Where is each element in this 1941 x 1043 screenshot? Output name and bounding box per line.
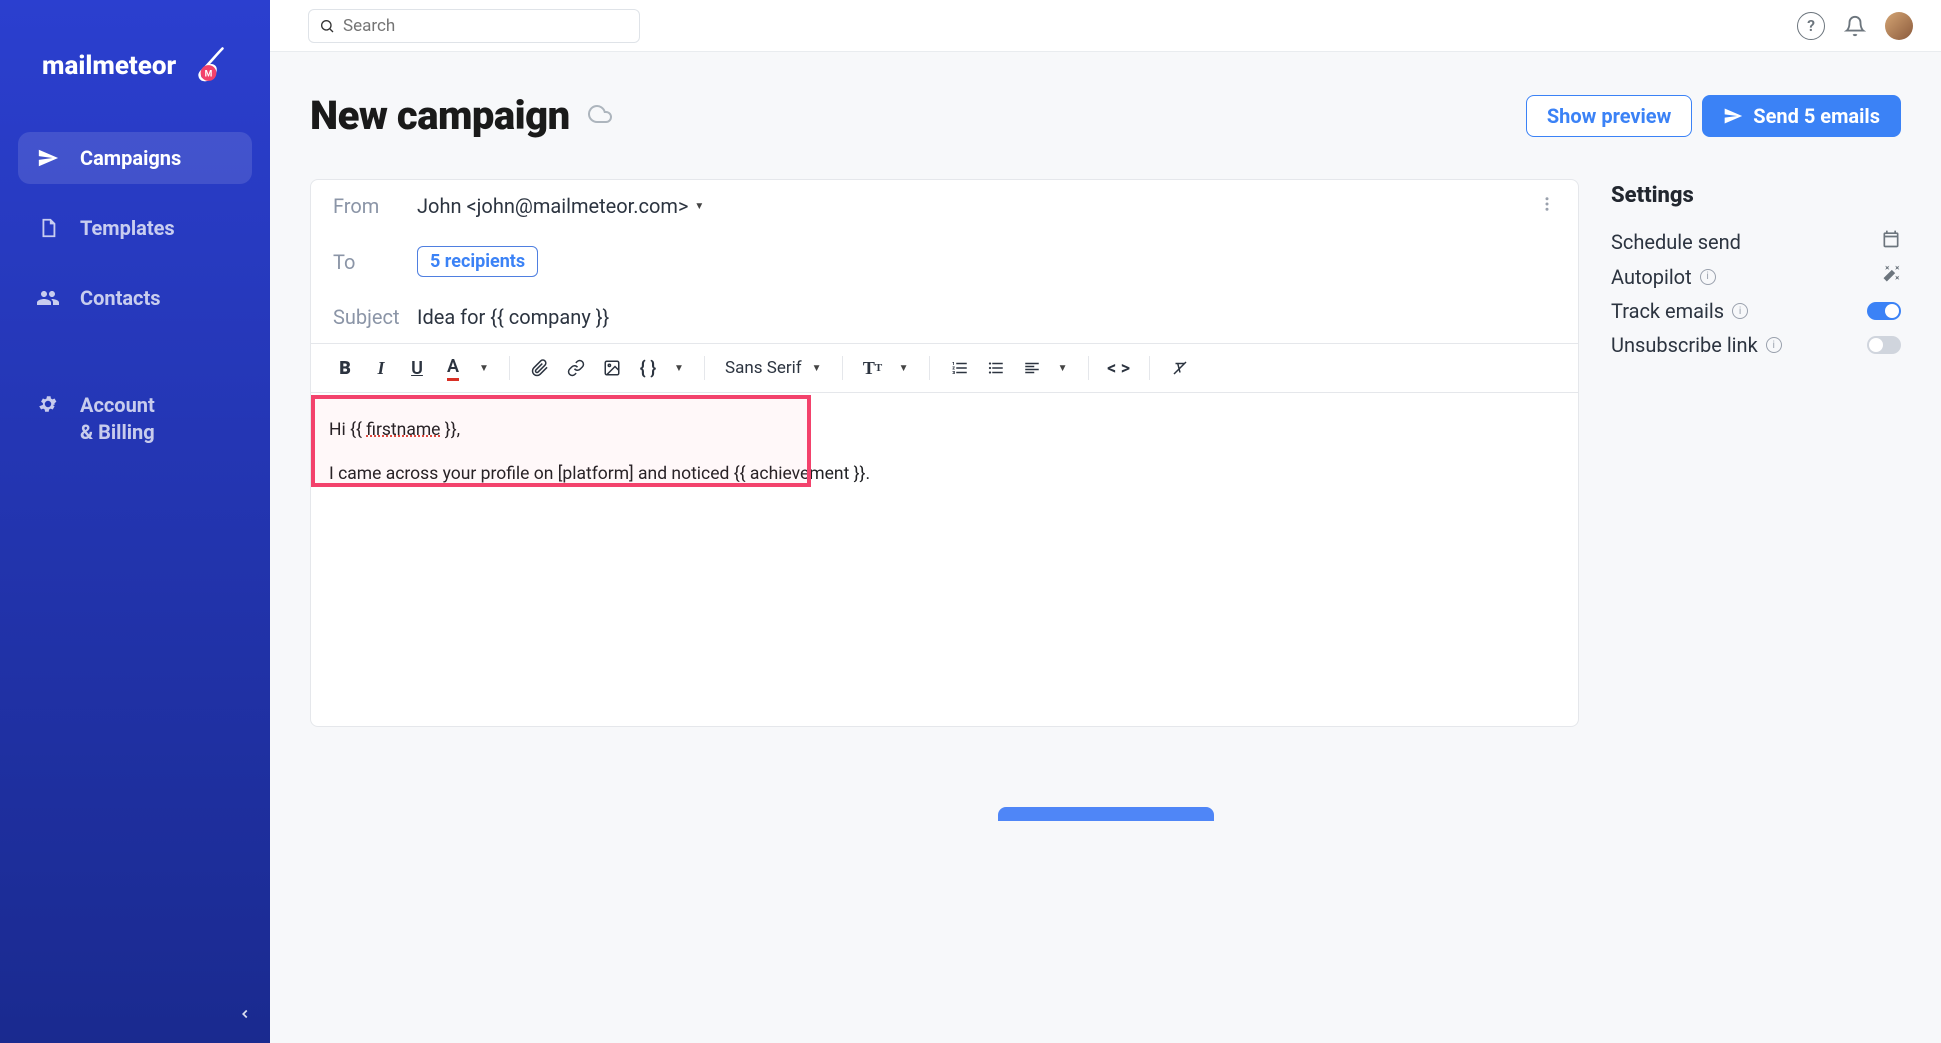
chevron-down-icon: ▼ <box>812 363 822 374</box>
help-button[interactable]: ? <box>1797 12 1825 40</box>
from-dropdown[interactable]: John <john@mailmeteor.com> ▼ <box>417 194 704 218</box>
content: New campaign Show preview Send 5 emails <box>270 52 1941 1043</box>
chevron-down-icon[interactable]: ▼ <box>668 352 690 384</box>
chevron-down-icon[interactable]: ▼ <box>893 352 915 384</box>
collapse-sidebar-button[interactable] <box>238 1006 252 1025</box>
subject-input[interactable] <box>417 305 1556 329</box>
info-icon: i <box>1700 269 1716 285</box>
editor-toolbar: B I U A ▼ <box>311 343 1578 393</box>
topbar: ? <box>270 0 1941 52</box>
main-area: ? New campaign Show preview Send 5 email… <box>270 0 1941 1043</box>
italic-button[interactable]: I <box>365 352 397 384</box>
avatar[interactable] <box>1885 12 1913 40</box>
mailmeteor-icon: M <box>184 45 226 87</box>
image-button[interactable] <box>596 352 628 384</box>
from-label: From <box>333 194 417 218</box>
subject-row: Subject <box>311 291 1578 343</box>
search-icon <box>319 18 335 34</box>
send-icon <box>36 146 60 170</box>
settings-title: Settings <box>1611 183 1901 208</box>
cloud-save-icon <box>588 102 612 130</box>
unordered-list-button[interactable] <box>980 352 1012 384</box>
page-header: New campaign Show preview Send 5 emails <box>310 92 1901 139</box>
document-icon <box>36 216 60 240</box>
subject-label: Subject <box>333 305 417 329</box>
settings-pane: Settings Schedule send Autopilot i <box>1611 179 1901 727</box>
gear-icon <box>36 392 60 416</box>
show-preview-button[interactable]: Show preview <box>1526 95 1692 137</box>
attachment-button[interactable] <box>524 352 556 384</box>
code-view-button[interactable]: < > <box>1103 352 1135 384</box>
chevron-down-icon[interactable]: ▼ <box>473 352 495 384</box>
clear-formatting-button[interactable] <box>1164 352 1196 384</box>
sidebar-item-label: Account & Billing <box>80 392 155 446</box>
brand-logo[interactable]: mailmeteor M <box>0 0 270 132</box>
send-emails-button[interactable]: Send 5 emails <box>1702 95 1901 137</box>
info-icon: i <box>1766 337 1782 353</box>
to-row: To 5 recipients <box>311 232 1578 291</box>
chevron-down-icon[interactable]: ▼ <box>1052 352 1074 384</box>
info-icon: i <box>1732 303 1748 319</box>
chevron-down-icon: ▼ <box>694 201 704 212</box>
workarea: From John <john@mailmeteor.com> ▼ To 5 r… <box>310 179 1901 727</box>
setting-unsubscribe-link: Unsubscribe link i <box>1611 328 1901 362</box>
variables-button[interactable]: { } <box>632 352 664 384</box>
sidebar-item-label: Templates <box>80 216 175 240</box>
setting-autopilot[interactable]: Autopilot i <box>1611 259 1901 294</box>
calendar-icon <box>1881 229 1901 254</box>
setting-track-emails: Track emails i <box>1611 294 1901 328</box>
magic-wand-icon <box>1881 264 1901 289</box>
brand-name: mailmeteor <box>42 51 176 81</box>
font-family-select[interactable]: Sans Serif ▼ <box>719 358 828 378</box>
underline-button[interactable]: U <box>401 352 433 384</box>
partial-button[interactable] <box>998 807 1214 821</box>
editor-body[interactable]: Hi {{ firstname }}, I came across your p… <box>311 393 1578 726</box>
search-box[interactable] <box>308 9 640 43</box>
notifications-button[interactable] <box>1841 12 1869 40</box>
email-composer: From John <john@mailmeteor.com> ▼ To 5 r… <box>310 179 1579 727</box>
people-icon <box>36 286 60 310</box>
track-emails-toggle[interactable] <box>1867 302 1901 320</box>
page-title: New campaign <box>310 92 570 139</box>
text-color-button[interactable]: A <box>437 352 469 384</box>
sidebar-item-account-billing[interactable]: Account & Billing <box>18 378 252 460</box>
to-label: To <box>333 250 417 274</box>
ordered-list-button[interactable] <box>944 352 976 384</box>
sidebar-item-label: Contacts <box>80 286 161 310</box>
sidebar-item-contacts[interactable]: Contacts <box>18 272 252 324</box>
align-button[interactable] <box>1016 352 1048 384</box>
search-input[interactable] <box>343 16 629 36</box>
sidebar-item-templates[interactable]: Templates <box>18 202 252 254</box>
svg-text:M: M <box>205 70 213 80</box>
unsubscribe-link-toggle[interactable] <box>1867 336 1901 354</box>
from-row: From John <john@mailmeteor.com> ▼ <box>311 180 1578 232</box>
email-body-text[interactable]: Hi {{ firstname }}, I came across your p… <box>311 393 1578 530</box>
recipients-badge[interactable]: 5 recipients <box>417 246 538 277</box>
sidebar-item-label: Campaigns <box>80 146 181 170</box>
sidebar: mailmeteor M Campaigns Templates Contact… <box>0 0 270 1043</box>
setting-schedule-send[interactable]: Schedule send <box>1611 224 1901 259</box>
bold-button[interactable]: B <box>329 352 361 384</box>
link-button[interactable] <box>560 352 592 384</box>
bottom-stub <box>310 727 1901 821</box>
send-icon <box>1723 106 1743 126</box>
sidebar-item-campaigns[interactable]: Campaigns <box>18 132 252 184</box>
font-size-button[interactable]: TT <box>857 352 889 384</box>
more-options-button[interactable] <box>1538 194 1556 218</box>
sidebar-nav: Campaigns Templates Contacts Account & B… <box>0 132 270 460</box>
